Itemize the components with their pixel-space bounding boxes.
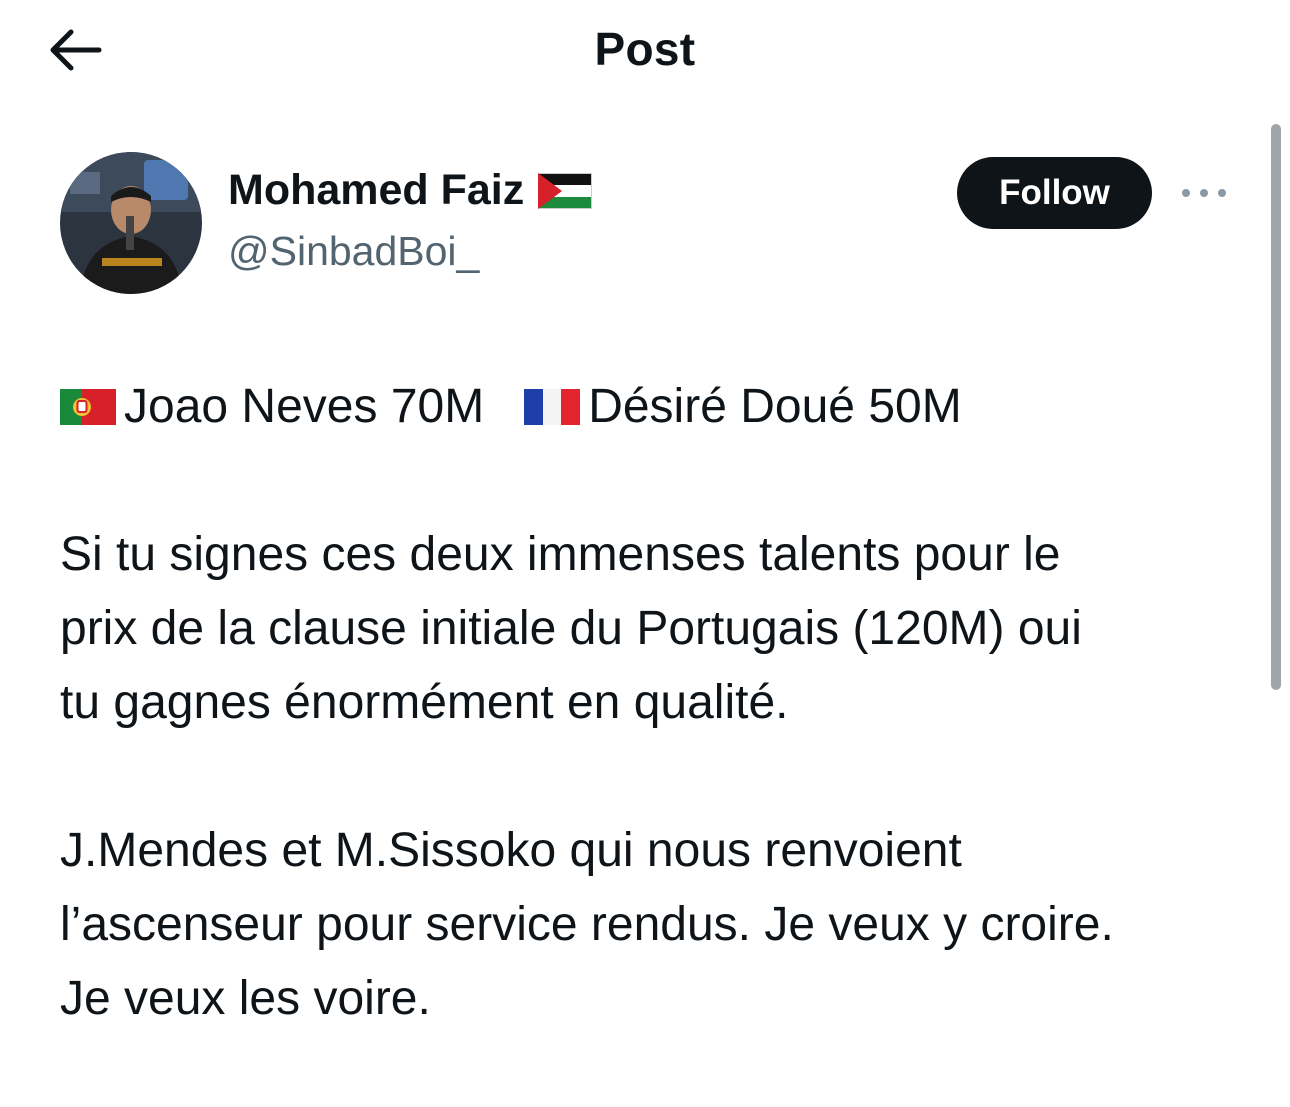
more-horizontal-icon (1182, 189, 1190, 197)
tweet-line: J.Mendes et M.Sissoko qui nous renvoient (60, 824, 962, 877)
more-horizontal-icon (1200, 189, 1208, 197)
more-horizontal-icon (1218, 189, 1226, 197)
tweet-line-1b: Désiré Doué 50M (588, 380, 962, 433)
tweet-line: Si tu signes ces deux immenses talents p… (60, 528, 1061, 581)
page-title: Post (594, 23, 696, 75)
portugal-flag-icon (60, 389, 116, 425)
tweet-line: l’ascenseur pour service rendus. Je veux… (60, 898, 1114, 951)
follow-button[interactable]: Follow (957, 157, 1152, 229)
scrollbar[interactable] (1271, 124, 1281, 690)
avatar[interactable] (60, 152, 202, 294)
palestine-flag-icon (538, 172, 593, 209)
author-display-name: Mohamed Faiz (228, 166, 525, 214)
more-options-button[interactable] (1176, 170, 1232, 216)
author-handle[interactable]: @SinbadBoi_ (228, 228, 479, 275)
author-name[interactable]: Mohamed Faiz (228, 166, 593, 215)
tweet-line: Je veux les voire. (60, 972, 431, 1025)
tweet-line: Joao Neves 70M Désiré Doué 50M (60, 370, 1260, 444)
tweet-line: prix de la clause initiale du Portugais … (60, 602, 1082, 655)
tweet-line: tu gagnes énormément en qualité. (60, 676, 789, 729)
tweet-text: Joao Neves 70M Désiré Doué 50M Si tu sig… (60, 370, 1260, 1036)
tweet-line-1a: Joao Neves 70M (124, 380, 485, 433)
france-flag-icon (524, 389, 581, 425)
top-bar: Post (0, 0, 1290, 100)
